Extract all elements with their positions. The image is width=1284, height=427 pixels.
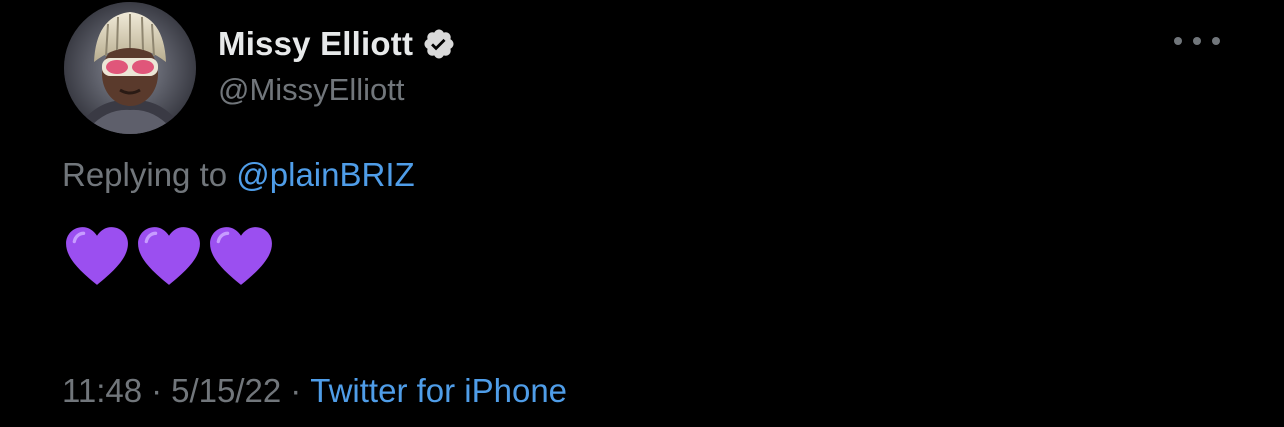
tweet-metadata: 11:48 · 5/15/22 · Twitter for iPhone [62, 372, 567, 410]
purple-heart-icon [66, 227, 128, 285]
tweet: Missy Elliott @MissyElliott Replying to … [0, 0, 1284, 427]
avatar[interactable] [64, 2, 196, 134]
more-dot [1174, 37, 1182, 45]
author-display-name[interactable]: Missy Elliott [218, 25, 413, 63]
separator: · [290, 372, 302, 409]
purple-heart-icon [210, 227, 272, 285]
tweet-content [64, 222, 280, 290]
reply-mention-link[interactable]: @plainBRIZ [236, 156, 414, 193]
tweet-source-link[interactable]: Twitter for iPhone [310, 372, 567, 409]
replying-to-line: Replying to @plainBRIZ [62, 156, 415, 194]
author-handle[interactable]: @MissyElliott [218, 72, 404, 108]
purple-heart-icon [138, 227, 200, 285]
more-options-icon[interactable] [1174, 30, 1220, 52]
tweet-date[interactable]: 5/15/22 [171, 372, 281, 409]
more-dot [1193, 37, 1201, 45]
tweet-time[interactable]: 11:48 [62, 372, 142, 409]
author-name-row: Missy Elliott [218, 22, 456, 66]
replying-to-label: Replying to [62, 156, 237, 193]
separator: · [151, 372, 163, 409]
more-dot [1212, 37, 1220, 45]
verified-badge-icon [422, 27, 456, 61]
